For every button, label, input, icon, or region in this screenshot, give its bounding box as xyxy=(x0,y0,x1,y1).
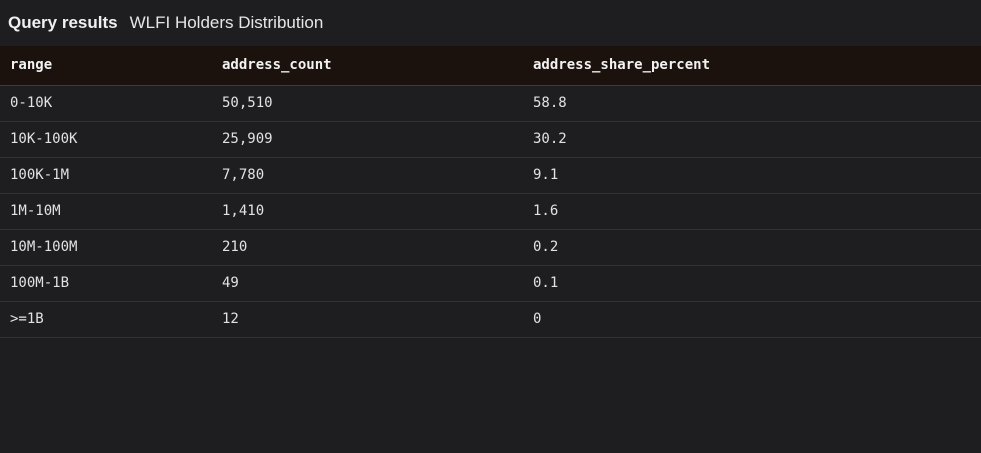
table-row: 10M-100M 210 0.2 xyxy=(0,229,981,266)
cell-address-count: 7,780 xyxy=(212,157,523,194)
cell-address-share-percent: 0.2 xyxy=(523,229,981,266)
cell-range: 10M-100M xyxy=(0,229,212,266)
table-row: 10K-100K 25,909 30.2 xyxy=(0,121,981,158)
cell-range: 10K-100K xyxy=(0,121,212,158)
query-name: WLFI Holders Distribution xyxy=(129,13,324,32)
cell-address-count: 1,410 xyxy=(212,193,523,230)
cell-address-share-percent: 0.1 xyxy=(523,265,981,302)
header-row: range address_count address_share_percen… xyxy=(0,46,981,86)
table-row: 100M-1B 49 0.1 xyxy=(0,265,981,302)
cell-range: 100M-1B xyxy=(0,265,212,302)
results-title: Query results xyxy=(8,13,118,32)
cell-address-count: 25,909 xyxy=(212,121,523,158)
column-header-address-count[interactable]: address_count xyxy=(212,46,523,86)
cell-address-share-percent: 58.8 xyxy=(523,85,981,122)
cell-range: 100K-1M xyxy=(0,157,212,194)
table-row: >=1B 12 0 xyxy=(0,301,981,338)
column-header-range[interactable]: range xyxy=(0,46,212,86)
cell-address-count: 12 xyxy=(212,301,523,338)
cell-address-count: 50,510 xyxy=(212,85,523,122)
table-body: 0-10K 50,510 58.8 10K-100K 25,909 30.2 1… xyxy=(0,85,981,338)
cell-address-share-percent: 9.1 xyxy=(523,157,981,194)
cell-address-share-percent: 30.2 xyxy=(523,121,981,158)
cell-address-share-percent: 0 xyxy=(523,301,981,338)
cell-range: >=1B xyxy=(0,301,212,338)
table-row: 1M-10M 1,410 1.6 xyxy=(0,193,981,230)
results-table: range address_count address_share_percen… xyxy=(0,46,981,338)
cell-range: 1M-10M xyxy=(0,193,212,230)
cell-address-count: 49 xyxy=(212,265,523,302)
cell-address-share-percent: 1.6 xyxy=(523,193,981,230)
table-row: 0-10K 50,510 58.8 xyxy=(0,85,981,122)
table-row: 100K-1M 7,780 9.1 xyxy=(0,157,981,194)
table-header: range address_count address_share_percen… xyxy=(0,46,981,86)
results-header: Query results WLFI Holders Distribution xyxy=(0,0,981,46)
cell-range: 0-10K xyxy=(0,85,212,122)
cell-address-count: 210 xyxy=(212,229,523,266)
column-header-address-share-percent[interactable]: address_share_percent xyxy=(523,46,981,86)
